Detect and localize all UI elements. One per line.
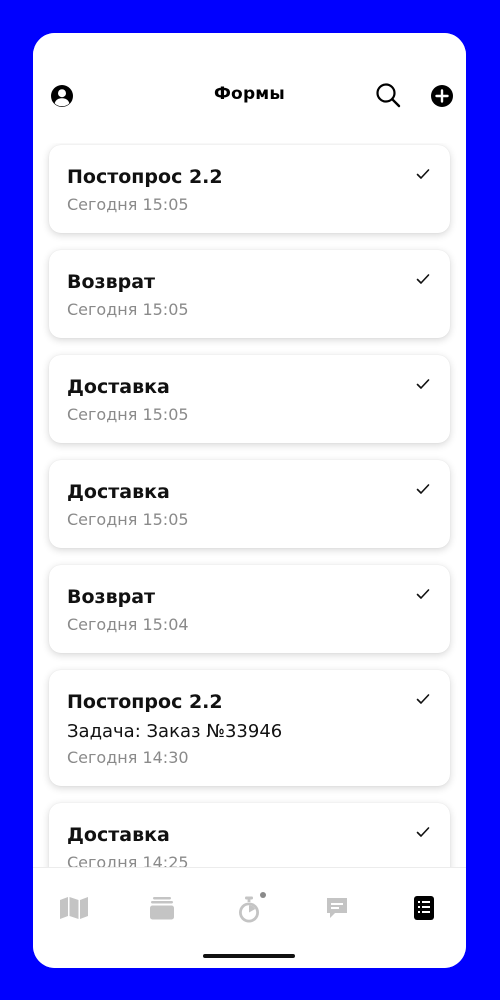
form-card[interactable]: Постопрос 2.2 Сегодня 15:05 <box>49 145 450 233</box>
chat-icon <box>325 896 349 924</box>
tab-timer[interactable] <box>229 890 269 930</box>
form-time: Сегодня 15:05 <box>67 195 189 214</box>
form-name: Возврат <box>67 271 156 293</box>
form-time: Сегодня 15:05 <box>67 300 189 319</box>
tab-map[interactable] <box>54 890 94 930</box>
form-card[interactable]: Возврат Сегодня 15:05 <box>49 250 450 338</box>
tab-chat[interactable] <box>317 890 357 930</box>
form-time: Сегодня 15:04 <box>67 615 189 634</box>
tab-forms[interactable] <box>404 890 444 930</box>
plus-circle-icon[interactable] <box>430 84 454 108</box>
notification-dot <box>260 892 266 898</box>
document-list-icon <box>413 895 435 925</box>
check-icon <box>416 480 430 494</box>
form-name: Возврат <box>67 586 156 608</box>
form-task: Задача: Заказ №33946 <box>67 721 283 742</box>
tab-stack[interactable] <box>142 890 182 930</box>
form-card[interactable]: Возврат Сегодня 15:04 <box>49 565 450 653</box>
form-name: Доставка <box>67 824 170 846</box>
home-indicator[interactable] <box>203 954 295 958</box>
form-time: Сегодня 15:05 <box>67 510 189 529</box>
check-icon <box>416 585 430 599</box>
search-icon[interactable] <box>375 82 401 108</box>
map-icon <box>59 896 89 924</box>
header: Формы <box>33 33 466 143</box>
form-card[interactable]: Доставка Сегодня 15:05 <box>49 460 450 548</box>
form-name: Постопрос 2.2 <box>67 166 223 188</box>
form-name: Доставка <box>67 481 170 503</box>
page-title: Формы <box>214 84 285 104</box>
tab-bar <box>33 867 466 968</box>
check-icon <box>416 690 430 704</box>
form-card[interactable]: Постопрос 2.2 Задача: Заказ №33946 Сегод… <box>49 670 450 786</box>
stopwatch-icon <box>234 892 266 925</box>
forms-list[interactable]: Постопрос 2.2 Сегодня 15:05 Возврат Сего… <box>33 143 466 867</box>
app-screen: Формы Постопрос 2.2 Сегодня 15:05 Возвра… <box>33 33 466 968</box>
form-card[interactable]: Доставка Сегодня 14:25 <box>49 803 450 867</box>
check-icon <box>416 823 430 837</box>
form-time: Сегодня 15:05 <box>67 405 189 424</box>
form-card[interactable]: Доставка Сегодня 15:05 <box>49 355 450 443</box>
form-time: Сегодня 14:25 <box>67 853 189 867</box>
check-icon <box>416 270 430 284</box>
form-name: Доставка <box>67 376 170 398</box>
check-icon <box>416 165 430 179</box>
check-icon <box>416 375 430 389</box>
form-name: Постопрос 2.2 <box>67 691 223 713</box>
form-time: Сегодня 14:30 <box>67 748 189 767</box>
stack-icon <box>149 895 175 925</box>
